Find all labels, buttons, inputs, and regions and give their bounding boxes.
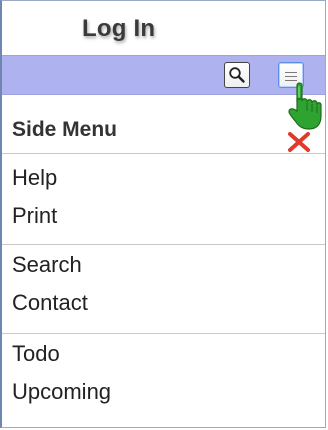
menu-item-help[interactable]: Help (12, 165, 57, 191)
search-button[interactable] (224, 62, 250, 88)
menu-group-2: Search Contact (2, 246, 325, 334)
side-menu-header: Side Menu (2, 96, 325, 154)
menu-item-todo[interactable]: Todo (12, 341, 60, 367)
toolbar (2, 55, 325, 95)
menu-group-3: Todo Upcoming (2, 335, 325, 429)
hand-pointer-icon (288, 82, 322, 130)
close-icon[interactable] (285, 129, 313, 155)
hamburger-menu-icon (285, 70, 297, 81)
menu-item-search[interactable]: Search (12, 252, 82, 278)
menu-item-upcoming[interactable]: Upcoming (12, 379, 111, 405)
page-title: Log In (82, 15, 156, 42)
menu-item-print[interactable]: Print (12, 203, 57, 229)
search-icon (229, 67, 245, 83)
side-menu-title: Side Menu (12, 118, 118, 141)
title-bar: Log In (2, 1, 325, 55)
app-window: Log In Side Menu Help Print Search Conta… (0, 0, 326, 428)
menu-group-1: Help Print (2, 155, 325, 245)
menu-item-contact[interactable]: Contact (12, 290, 88, 316)
